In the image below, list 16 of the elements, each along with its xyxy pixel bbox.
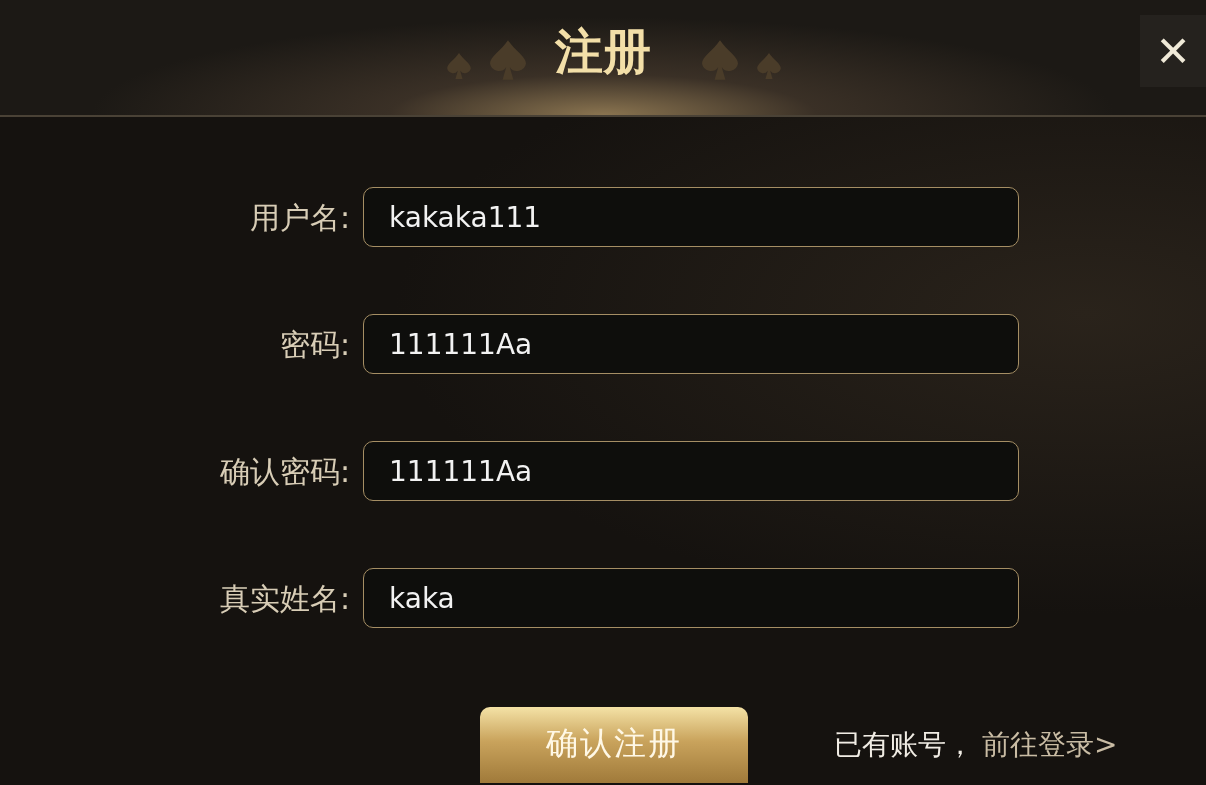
spade-icon	[490, 40, 526, 80]
input-field[interactable]: kaka	[363, 568, 1019, 628]
spade-icon	[447, 53, 471, 79]
spade-icon	[702, 40, 738, 80]
field-label: 确认密码:	[218, 452, 351, 491]
input-field[interactable]: kakaka111	[363, 187, 1019, 247]
go-login-link[interactable]: 前往登录>	[982, 724, 1118, 766]
field-label: 密码:	[278, 325, 351, 364]
input-field[interactable]: 111111Aa	[363, 441, 1019, 501]
has-account-text: 已有账号，	[834, 727, 974, 763]
input-field[interactable]: 111111Aa	[363, 314, 1019, 374]
field-label: 用户名:	[248, 198, 351, 237]
spade-icon	[757, 53, 781, 79]
dialog-title: 注册	[555, 21, 651, 81]
close-button[interactable]: ✕	[1140, 15, 1206, 87]
field-label: 真实姓名:	[218, 579, 351, 618]
